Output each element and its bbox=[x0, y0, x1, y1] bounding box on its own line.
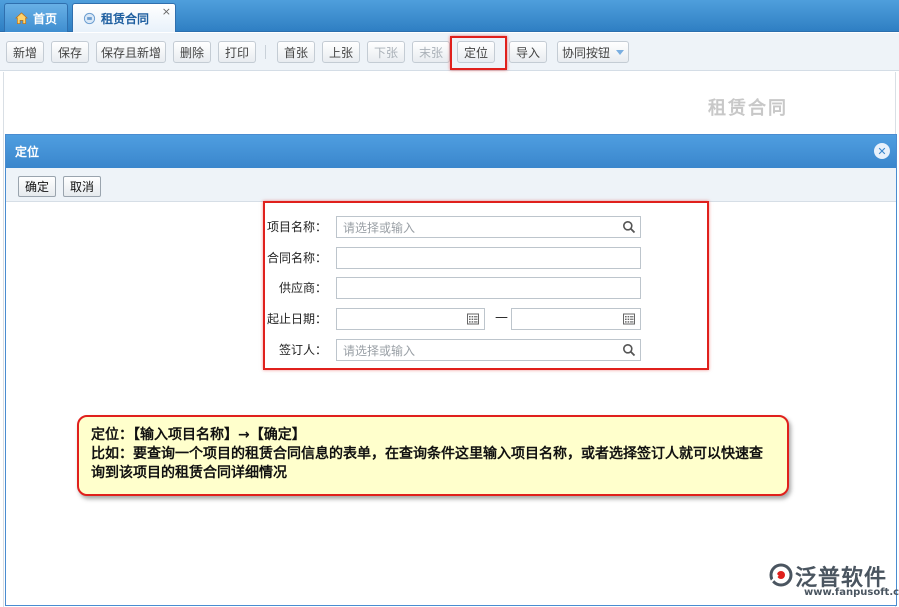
toolbar-divider bbox=[265, 45, 266, 59]
end-date-input[interactable] bbox=[511, 308, 641, 330]
signer-input[interactable]: 请选择或输入 bbox=[336, 339, 641, 361]
signer-label: 签订人： bbox=[278, 343, 327, 357]
first-record-button[interactable]: 首张 bbox=[277, 41, 315, 63]
callout-line-2: 比如：要查询一个项目的租赁合同信息的表单，在查询条件这里输入项目名称，或者选择签… bbox=[91, 446, 763, 481]
date-range-label: 起止日期： bbox=[266, 312, 327, 326]
contract-name-label: 合同名称： bbox=[266, 251, 327, 265]
previous-record-button[interactable]: 上张 bbox=[322, 41, 360, 63]
confirm-button[interactable]: 确定 bbox=[18, 176, 56, 197]
search-conditions-frame: 项目名称： 请选择或输入 合同名称： 供应商： 起止日期： — 签订人： 请选择… bbox=[263, 201, 709, 370]
document-icon bbox=[83, 12, 96, 25]
cancel-button[interactable]: 取消 bbox=[63, 176, 101, 197]
chevron-down-icon bbox=[616, 49, 624, 55]
calendar-icon[interactable] bbox=[622, 312, 636, 326]
date-range-separator: — bbox=[495, 310, 508, 325]
document-title: 租赁合同 bbox=[708, 98, 788, 119]
callout-line-1: 定位：【输入项目名称】→【确定】 bbox=[91, 427, 306, 443]
start-date-input[interactable] bbox=[336, 308, 485, 330]
collaboration-button-label: 协同按钮 bbox=[561, 45, 610, 60]
tab-lease-contract[interactable]: 租赁合同 × bbox=[72, 3, 176, 32]
contract-name-input[interactable] bbox=[336, 247, 641, 269]
tab-home[interactable]: 首页 bbox=[4, 3, 68, 32]
delete-button[interactable]: 删除 bbox=[173, 41, 211, 63]
tab-home-label: 首页 bbox=[33, 11, 58, 26]
add-button[interactable]: 新增 bbox=[6, 41, 44, 63]
locate-highlight-frame bbox=[450, 36, 507, 70]
home-icon bbox=[15, 11, 28, 25]
close-icon[interactable]: × bbox=[162, 5, 171, 18]
project-name-placeholder: 请选择或输入 bbox=[343, 220, 416, 235]
print-button[interactable]: 打印 bbox=[218, 41, 256, 63]
tab-bar: 首页 租赁合同 × bbox=[0, 0, 899, 32]
search-icon[interactable] bbox=[622, 220, 636, 234]
save-and-add-button[interactable]: 保存且新增 bbox=[96, 41, 166, 63]
supplier-input[interactable] bbox=[336, 277, 641, 299]
logo-icon bbox=[768, 562, 794, 588]
import-button[interactable]: 导入 bbox=[509, 41, 547, 63]
project-name-input[interactable]: 请选择或输入 bbox=[336, 216, 641, 238]
project-name-label: 项目名称： bbox=[266, 220, 327, 234]
close-icon[interactable]: ✕ bbox=[874, 143, 890, 159]
save-button[interactable]: 保存 bbox=[51, 41, 89, 63]
dialog-toolbar: 确定 取消 bbox=[6, 168, 896, 202]
search-icon[interactable] bbox=[622, 343, 636, 357]
calendar-icon[interactable] bbox=[466, 312, 480, 326]
dialog-title: 定位 bbox=[15, 145, 40, 159]
next-record-button[interactable]: 下张 bbox=[367, 41, 405, 63]
signer-placeholder: 请选择或输入 bbox=[343, 343, 416, 358]
logo-url: www.fanpusoft.com bbox=[804, 587, 899, 598]
collaboration-button[interactable]: 协同按钮 bbox=[557, 41, 629, 63]
brand-logo: 泛普软件 www.fanpusoft.com bbox=[768, 560, 899, 604]
dialog-header: 定位 ✕ bbox=[6, 135, 896, 168]
supplier-label: 供应商： bbox=[278, 281, 327, 295]
last-record-button[interactable]: 末张 bbox=[412, 41, 450, 63]
instruction-callout: 定位：【输入项目名称】→【确定】 比如：要查询一个项目的租赁合同信息的表单，在查… bbox=[77, 415, 789, 496]
tab-lease-contract-label: 租赁合同 bbox=[101, 11, 150, 26]
page: 首页 租赁合同 × 新增 保存 保存且新增 删除 打印 首张 上张 下张 末张 … bbox=[0, 0, 899, 607]
